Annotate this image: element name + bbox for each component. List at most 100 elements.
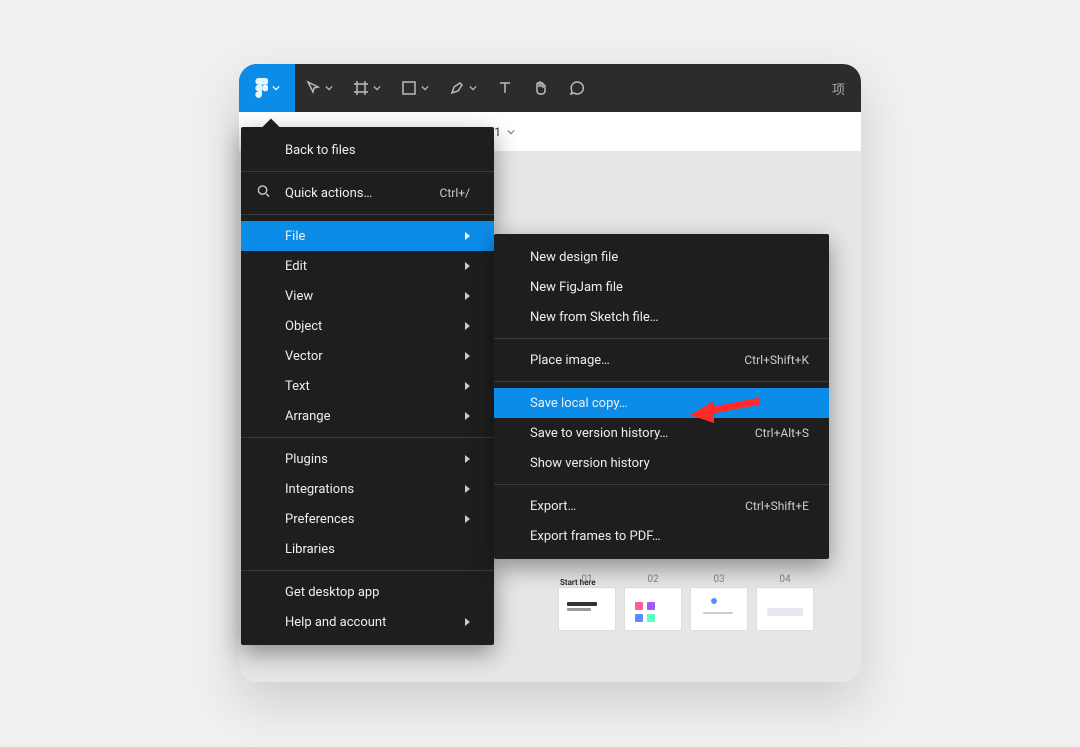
submenu-arrow-icon [465, 352, 470, 360]
menu-separator [494, 381, 829, 382]
menu-text[interactable]: Text [241, 371, 494, 401]
submenu-new-figjam[interactable]: New FigJam file [494, 272, 829, 302]
chevron-down-icon [272, 84, 280, 92]
thumbnail[interactable] [690, 587, 748, 631]
submenu-item-label: New FigJam file [530, 280, 623, 295]
move-tool[interactable] [295, 64, 343, 112]
submenu-item-label: Export… [530, 499, 576, 514]
thumbnail-strip: 01 02 03 04 [558, 574, 814, 631]
menu-quick-actions[interactable]: Quick actions… Ctrl+/ [241, 178, 494, 208]
submenu-item-label: Place image… [530, 353, 610, 368]
frame-tool[interactable] [343, 64, 391, 112]
main-menu: Back to files Quick actions… Ctrl+/ File… [241, 127, 494, 645]
search-icon [257, 185, 270, 202]
menu-item-label: Help and account [285, 615, 386, 630]
submenu-item-label: New from Sketch file… [530, 310, 658, 325]
chevron-down-icon [421, 84, 429, 92]
menu-vector[interactable]: Vector [241, 341, 494, 371]
menu-item-label: Get desktop app [285, 585, 380, 600]
menu-separator [494, 338, 829, 339]
menu-desktop-app[interactable]: Get desktop app [241, 577, 494, 607]
submenu-item-label: Save to version history… [530, 426, 668, 441]
submenu-arrow-icon [465, 382, 470, 390]
thumbnail[interactable] [624, 587, 682, 631]
thumbnail[interactable] [756, 587, 814, 631]
menu-item-label: Quick actions… [285, 186, 372, 201]
chevron-down-icon [373, 84, 381, 92]
submenu-new-sketch[interactable]: New from Sketch file… [494, 302, 829, 332]
submenu-item-label: New design file [530, 250, 618, 265]
menu-shortcut: Ctrl+/ [440, 186, 470, 200]
submenu-arrow-icon [465, 515, 470, 523]
submenu-arrow-icon [465, 455, 470, 463]
submenu-save-local-copy[interactable]: Save local copy… [494, 388, 829, 418]
page-label: 1 [494, 125, 501, 139]
shape-tool[interactable] [391, 64, 439, 112]
toolbar: 项 [239, 64, 861, 112]
submenu-item-label: Export frames to PDF… [530, 529, 661, 544]
submenu-show-version-history[interactable]: Show version history [494, 448, 829, 478]
menu-item-label: Vector [285, 349, 323, 364]
menu-arrange[interactable]: Arrange [241, 401, 494, 431]
chevron-down-icon [469, 84, 477, 92]
submenu-arrow-icon [465, 485, 470, 493]
menu-object[interactable]: Object [241, 311, 494, 341]
submenu-item-label: Show version history [530, 456, 650, 471]
submenu-shortcut: Ctrl+Alt+S [755, 426, 809, 440]
chevron-down-icon [507, 128, 515, 136]
menu-view[interactable]: View [241, 281, 494, 311]
submenu-arrow-icon [465, 412, 470, 420]
menu-libraries[interactable]: Libraries [241, 534, 494, 564]
menu-separator [241, 437, 494, 438]
submenu-export[interactable]: Export… Ctrl+Shift+E [494, 491, 829, 521]
thumbnail[interactable] [558, 587, 616, 631]
page-selector[interactable]: 1 [494, 125, 515, 139]
chevron-down-icon [325, 84, 333, 92]
menu-item-label: Arrange [285, 409, 330, 424]
submenu-arrow-icon [465, 292, 470, 300]
submenu-shortcut: Ctrl+Shift+K [744, 353, 809, 367]
menu-edit[interactable]: Edit [241, 251, 494, 281]
submenu-save-version-history[interactable]: Save to version history… Ctrl+Alt+S [494, 418, 829, 448]
submenu-item-label: Save local copy… [530, 396, 627, 411]
menu-plugins[interactable]: Plugins [241, 444, 494, 474]
submenu-new-design[interactable]: New design file [494, 242, 829, 272]
figma-menu-button[interactable] [239, 64, 295, 112]
toolbar-right-label[interactable]: 项 [832, 79, 849, 98]
file-submenu: New design file New FigJam file New from… [494, 234, 829, 559]
thumb-number: 02 [647, 574, 658, 585]
menu-item-label: Back to files [285, 143, 356, 158]
figma-logo-icon [254, 78, 268, 98]
thumb-number: 01 [581, 574, 592, 585]
menu-separator [494, 484, 829, 485]
thumb-number: 03 [713, 574, 724, 585]
thumb-number: 04 [779, 574, 790, 585]
menu-item-label: Preferences [285, 512, 354, 527]
menu-separator [241, 171, 494, 172]
submenu-export-pdf[interactable]: Export frames to PDF… [494, 521, 829, 551]
menu-item-label: Text [285, 379, 310, 394]
menu-item-label: File [285, 229, 305, 244]
text-tool[interactable] [487, 64, 523, 112]
submenu-shortcut: Ctrl+Shift+E [745, 499, 809, 513]
menu-item-label: Plugins [285, 452, 328, 467]
submenu-arrow-icon [465, 322, 470, 330]
menu-item-label: Edit [285, 259, 307, 274]
menu-file[interactable]: File [241, 221, 494, 251]
menu-item-label: Object [285, 319, 322, 334]
pen-tool[interactable] [439, 64, 487, 112]
menu-separator [241, 214, 494, 215]
submenu-arrow-icon [465, 262, 470, 270]
menu-back-to-files[interactable]: Back to files [241, 135, 494, 165]
menu-item-label: Integrations [285, 482, 354, 497]
menu-help[interactable]: Help and account [241, 607, 494, 637]
submenu-arrow-icon [465, 618, 470, 626]
submenu-place-image[interactable]: Place image… Ctrl+Shift+K [494, 345, 829, 375]
submenu-arrow-icon [465, 232, 470, 240]
menu-preferences[interactable]: Preferences [241, 504, 494, 534]
comment-tool[interactable] [559, 64, 595, 112]
menu-separator [241, 570, 494, 571]
menu-integrations[interactable]: Integrations [241, 474, 494, 504]
menu-item-label: Libraries [285, 542, 335, 557]
hand-tool[interactable] [523, 64, 559, 112]
